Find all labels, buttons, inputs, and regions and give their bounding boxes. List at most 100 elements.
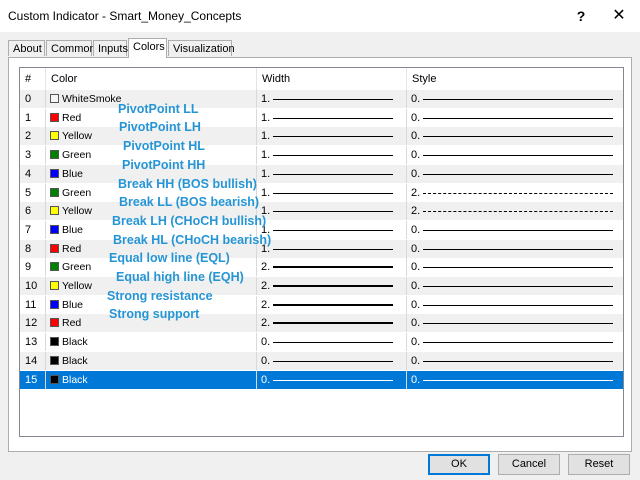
table-row[interactable]: 0 WhiteSmoke 1. 0. <box>20 90 623 108</box>
width-cell[interactable]: 1. <box>257 108 407 127</box>
width-value: 1. <box>261 111 271 124</box>
header-style[interactable]: Style <box>407 68 623 90</box>
color-swatch <box>50 131 59 141</box>
color-cell[interactable]: Black <box>46 351 257 370</box>
table-row[interactable]: 1 Red 1. 0. <box>20 108 623 127</box>
width-cell[interactable]: 1. <box>257 164 407 183</box>
width-cell[interactable]: 1. <box>257 183 407 202</box>
width-cell[interactable]: 1. <box>257 220 407 239</box>
width-cell[interactable]: 0. <box>257 351 407 370</box>
help-icon[interactable]: ? <box>566 4 596 28</box>
table-row[interactable]: 13 Black 0. 0. <box>20 333 623 352</box>
row-index: 13 <box>20 333 46 352</box>
table-row[interactable]: 14 Black 0. 0. <box>20 351 623 370</box>
style-cell[interactable]: 0. <box>407 146 623 164</box>
header-width[interactable]: Width <box>257 68 407 90</box>
style-value: 2. <box>411 186 421 199</box>
table-row[interactable]: 3 Green 1. 0. <box>20 146 623 165</box>
style-line-sample <box>423 286 613 287</box>
width-line-sample <box>273 342 393 344</box>
tab-common[interactable]: Common <box>46 40 96 56</box>
table-row[interactable]: 15 Black 0. 0. <box>20 370 623 389</box>
table-row[interactable]: 7 Blue 1. 0. <box>20 220 623 239</box>
row-index: 0 <box>20 90 46 108</box>
width-cell[interactable]: 2. <box>257 277 407 295</box>
width-cell[interactable]: 2. <box>257 258 407 277</box>
color-cell[interactable]: Black <box>46 370 257 389</box>
table-row[interactable]: 6 Yellow 1. 2. <box>20 202 623 221</box>
style-line-sample <box>423 155 613 157</box>
width-cell[interactable]: 1. <box>257 202 407 221</box>
style-line-sample <box>423 379 613 381</box>
ok-button[interactable]: OK <box>428 454 490 475</box>
style-cell[interactable]: 0. <box>407 277 623 295</box>
style-line-sample <box>423 229 613 231</box>
cancel-button[interactable]: Cancel <box>498 454 560 475</box>
width-cell[interactable]: 1. <box>257 90 407 108</box>
table-row[interactable]: 2 Yellow 1. 0. <box>20 127 623 146</box>
style-cell[interactable]: 0. <box>407 333 623 351</box>
width-value: 1. <box>261 130 271 143</box>
table-row[interactable]: 4 Blue 1. 0. <box>20 164 623 183</box>
style-line-sample <box>423 267 613 269</box>
style-value: 0. <box>411 298 421 311</box>
tab-colors[interactable]: Colors <box>128 38 167 58</box>
width-cell[interactable]: 1. <box>257 239 407 258</box>
style-cell[interactable]: 0. <box>407 296 623 314</box>
style-cell[interactable]: 0. <box>407 258 623 276</box>
row-index: 8 <box>20 239 46 258</box>
style-cell[interactable]: 0. <box>407 127 623 145</box>
annotation-label: PivotPoint LH <box>119 120 201 135</box>
width-line-sample <box>273 285 393 287</box>
width-line-sample <box>273 99 393 100</box>
color-cell[interactable]: Black <box>46 333 257 352</box>
width-cell[interactable]: 1. <box>257 146 407 165</box>
width-line-sample <box>273 211 393 213</box>
tab-inputs[interactable]: Inputs <box>93 40 128 56</box>
color-swatch <box>50 187 59 197</box>
tab-about[interactable]: About <box>8 40 45 56</box>
width-cell[interactable]: 2. <box>257 314 407 333</box>
width-line-sample <box>273 360 393 362</box>
header-color[interactable]: Color <box>46 68 257 90</box>
annotation-label: PivotPoint LL <box>118 101 199 116</box>
style-cell[interactable]: 2. <box>407 184 623 202</box>
style-cell[interactable]: 0. <box>407 165 623 183</box>
reset-button[interactable]: Reset <box>568 454 630 475</box>
title-bar: Custom Indicator - Smart_Money_Concepts … <box>0 0 640 32</box>
width-cell[interactable]: 2. <box>257 295 407 314</box>
tab-visualization[interactable]: Visualization <box>168 40 235 56</box>
color-name: Blue <box>62 167 84 180</box>
style-value: 0. <box>411 130 421 143</box>
width-cell[interactable]: 1. <box>257 127 407 146</box>
style-line-sample <box>423 99 613 100</box>
width-value: 1. <box>261 149 271 162</box>
style-cell[interactable]: 0. <box>407 90 623 108</box>
width-line-sample <box>273 192 393 194</box>
close-icon[interactable]: ✕ <box>604 4 634 28</box>
color-name: Red <box>62 317 82 330</box>
style-cell[interactable]: 0. <box>407 109 623 127</box>
style-cell[interactable]: 0. <box>407 314 623 332</box>
color-swatch <box>50 281 59 290</box>
header-num[interactable]: # <box>20 68 46 90</box>
table-row[interactable]: 5 Green 1. 2. <box>20 183 623 202</box>
width-cell[interactable]: 0. <box>257 333 407 352</box>
style-cell[interactable]: 0. <box>407 240 623 258</box>
style-line-sample <box>423 323 613 325</box>
style-cell[interactable]: 0. <box>407 352 623 370</box>
style-value: 0. <box>411 373 421 386</box>
width-line-sample <box>273 136 393 138</box>
style-line-sample <box>423 136 613 138</box>
annotation-label: PivotPoint HL <box>123 139 205 154</box>
annotation-label: Equal low line (EQL) <box>109 251 230 266</box>
color-swatch <box>50 206 59 216</box>
style-value: 2. <box>411 205 421 218</box>
style-cell[interactable]: 2. <box>407 202 623 220</box>
style-cell[interactable]: 0. <box>407 221 623 239</box>
style-cell[interactable]: 0. <box>407 371 623 389</box>
width-cell[interactable]: 0. <box>257 370 407 389</box>
width-value: 1. <box>261 93 271 105</box>
style-line-sample <box>423 192 613 194</box>
style-value: 0. <box>411 111 421 124</box>
